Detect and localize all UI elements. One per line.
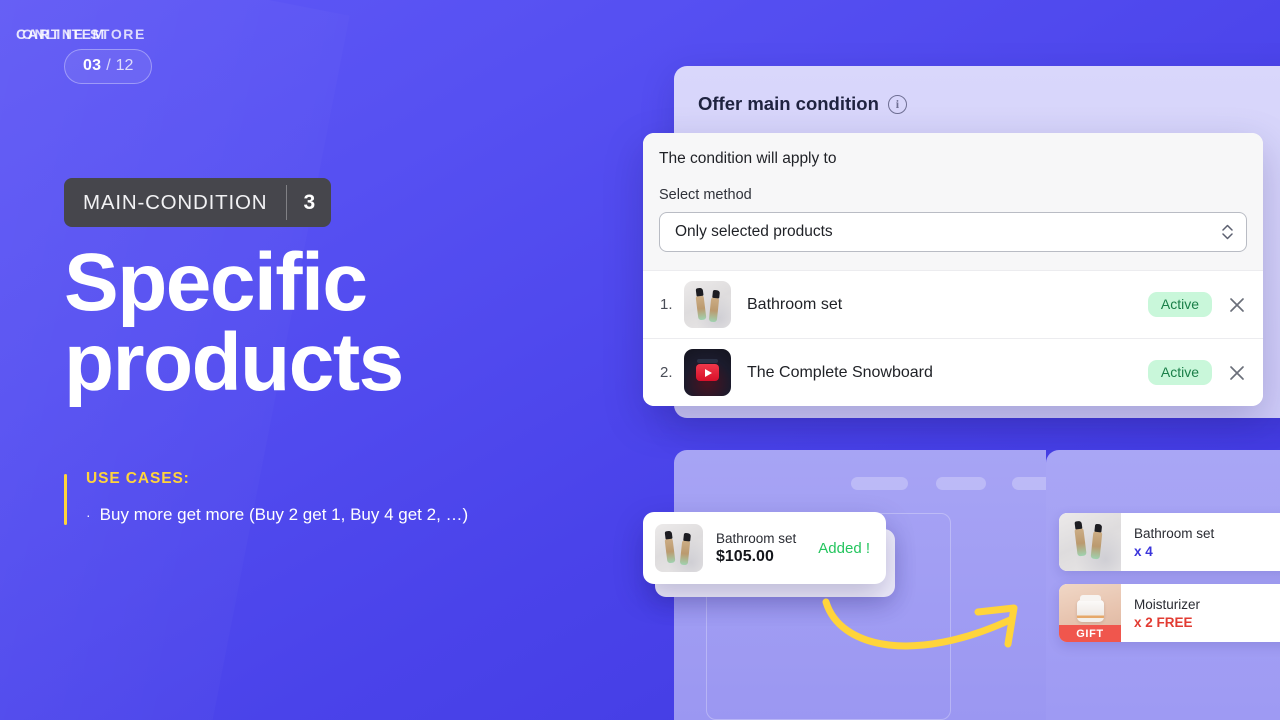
product-name: The Complete Snowboard [747, 363, 933, 381]
bullet-icon: · [86, 507, 91, 523]
use-cases-block: USE CASES: · Buy more get more (Buy 2 ge… [64, 470, 468, 527]
bathroom-set-thumbnail [655, 524, 703, 572]
cart-item-body: Bathroom set x 4 [1121, 526, 1214, 559]
close-icon[interactable] [1226, 362, 1248, 384]
info-icon-glyph: i [895, 97, 900, 111]
list-item: · Buy more get more (Buy 2 get 1, Buy 4 … [86, 504, 468, 527]
select-method-label: Select method [659, 187, 752, 203]
main-condition-label: MAIN-CONDITION [83, 190, 268, 214]
condition-apply-text: The condition will apply to [659, 150, 837, 167]
nav-skeleton-bar [851, 477, 908, 490]
snowboard-thumbnail [684, 349, 731, 396]
main-condition-badge: MAIN-CONDITION 3 [64, 178, 332, 227]
cart-item-name: Bathroom set [1134, 525, 1215, 541]
added-product-price: $105.00 [716, 547, 774, 565]
added-status-text: Added ! [818, 539, 870, 557]
list-item[interactable]: Bathroom set x 4 [1059, 513, 1280, 571]
added-product-name: Bathroom set [716, 530, 797, 546]
use-case-text: Buy more get more (Buy 2 get 1, Buy 4 ge… [99, 505, 469, 524]
condition-card-top: The condition will apply to Select metho… [643, 133, 1263, 270]
product-index: 1. [660, 296, 673, 313]
added-product-info: Bathroom set $105.00 [716, 531, 818, 566]
cart-item-quantity: x 2 FREE [1134, 614, 1193, 630]
cart-item-body: Moisturizer x 2 FREE [1121, 597, 1200, 630]
slide-counter: 03 / 12 [64, 49, 153, 84]
table-row[interactable]: 2. The Complete Snowboard Active [643, 338, 1263, 406]
main-condition-number: 3 [303, 190, 316, 214]
offer-condition-title: Offer main condition [698, 93, 879, 114]
left-content-column: 03 / 12 MAIN-CONDITION 3 Specific produc… [0, 0, 640, 720]
nav-skeleton-bar [936, 477, 986, 490]
select-method-dropdown[interactable]: Only selected products [659, 212, 1247, 252]
slide-counter-total: 12 [115, 57, 134, 74]
product-name: Bathroom set [747, 295, 843, 313]
page-title: Specific products [64, 242, 584, 409]
bathroom-set-thumbnail [684, 281, 731, 328]
status-badge: Active [1147, 360, 1212, 385]
product-index: 2. [660, 364, 673, 381]
slide-counter-current: 03 [83, 57, 102, 74]
page-title-line-2: products [64, 317, 404, 409]
page-title-line-1: Specific [64, 237, 368, 328]
use-cases-list: · Buy more get more (Buy 2 get 1, Buy 4 … [86, 504, 468, 527]
chevron-up-down-icon [1222, 224, 1233, 240]
select-method-value: Only selected products [675, 223, 833, 240]
table-row[interactable]: 1. Bathroom set Active [643, 270, 1263, 338]
cart-item-name: Moisturizer [1134, 596, 1201, 612]
use-cases-title: USE CASES: [86, 470, 190, 487]
condition-settings-card: The condition will apply to Select metho… [643, 133, 1263, 406]
list-item[interactable]: GIFT Moisturizer x 2 FREE [1059, 584, 1280, 642]
close-icon[interactable] [1226, 294, 1248, 316]
cart-label: CART ITEM [16, 26, 106, 42]
status-badge: Active [1147, 292, 1212, 317]
bathroom-set-thumbnail [1059, 513, 1121, 571]
slide-counter-separator: / [106, 57, 111, 74]
gift-badge: GIFT [1059, 625, 1121, 642]
moisturizer-thumbnail: GIFT [1059, 584, 1121, 642]
cart-item-quantity: x 4 [1134, 543, 1153, 559]
info-icon[interactable]: i [887, 94, 907, 114]
offer-condition-header: Offer main condition i [698, 93, 907, 115]
added-product-card: Bathroom set $105.00 Added ! [643, 512, 886, 584]
